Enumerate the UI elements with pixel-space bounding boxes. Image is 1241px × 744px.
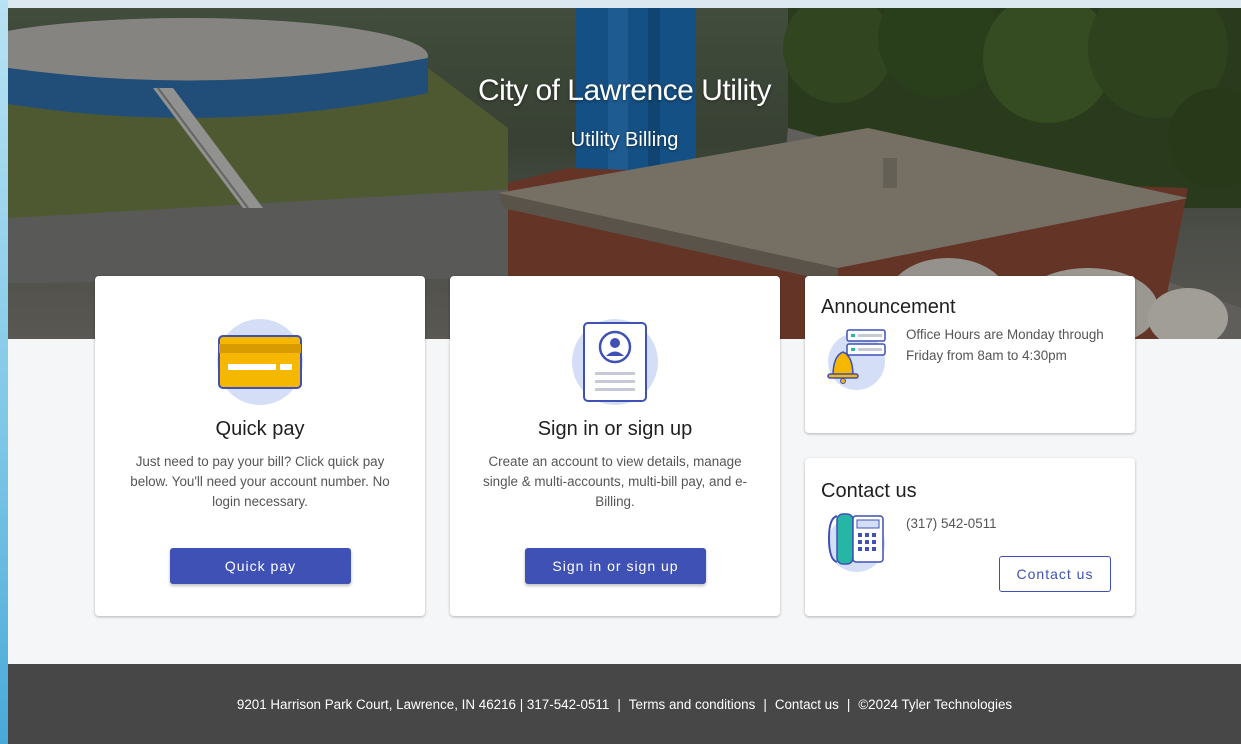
left-edge-strip bbox=[0, 0, 8, 744]
contact-card: Contact us (317) 542-0511 Contact us bbox=[805, 458, 1135, 616]
credit-card-icon bbox=[218, 335, 302, 389]
footer-separator: | bbox=[617, 696, 621, 712]
account-profile-icon bbox=[583, 322, 647, 402]
bell-announcement-icon bbox=[827, 329, 886, 384]
quick-pay-title: Quick pay bbox=[215, 418, 305, 440]
contact-phone: (317) 542-0511 bbox=[906, 516, 997, 531]
footer-contact-link[interactable]: Contact us bbox=[775, 697, 839, 712]
sign-in-title: Sign in or sign up bbox=[537, 418, 693, 440]
footer-separator: | bbox=[846, 696, 851, 712]
footer: 9201 Harrison Park Court, Lawrence, IN 4… bbox=[8, 664, 1241, 744]
sign-in-description: Create an account to view details, manag… bbox=[483, 454, 747, 509]
footer-copyright: ©2024 Tyler Technologies bbox=[858, 696, 1013, 712]
announcement-card: Announcement Office Hours are Monday thr… bbox=[805, 276, 1135, 433]
contact-title: Contact us bbox=[821, 480, 917, 502]
hero-subtitle: Utility Billing bbox=[570, 129, 679, 151]
sign-in-card: Sign in or sign up Create an account to … bbox=[450, 276, 780, 616]
footer-separator: | bbox=[763, 696, 767, 712]
announcement-text: Office Hours are Monday through Friday f… bbox=[906, 327, 1104, 363]
desk-phone-icon bbox=[827, 513, 884, 565]
quick-pay-description: Just need to pay your bill? Click quick … bbox=[130, 454, 390, 509]
contact-us-button[interactable]: Contact us bbox=[999, 556, 1111, 592]
quick-pay-button[interactable]: Quick pay bbox=[170, 548, 351, 584]
quick-pay-card: Quick pay Just need to pay your bill? Cl… bbox=[95, 276, 425, 616]
hero-title: City of Lawrence Utility bbox=[477, 74, 772, 107]
footer-address: 9201 Harrison Park Court, Lawrence, IN 4… bbox=[236, 696, 610, 712]
footer-terms-link[interactable]: Terms and conditions bbox=[629, 697, 756, 712]
page: City of Lawrence Utility Utility Billing… bbox=[8, 8, 1241, 744]
announcement-title: Announcement bbox=[821, 296, 956, 318]
sign-in-button[interactable]: Sign in or sign up bbox=[525, 548, 706, 584]
